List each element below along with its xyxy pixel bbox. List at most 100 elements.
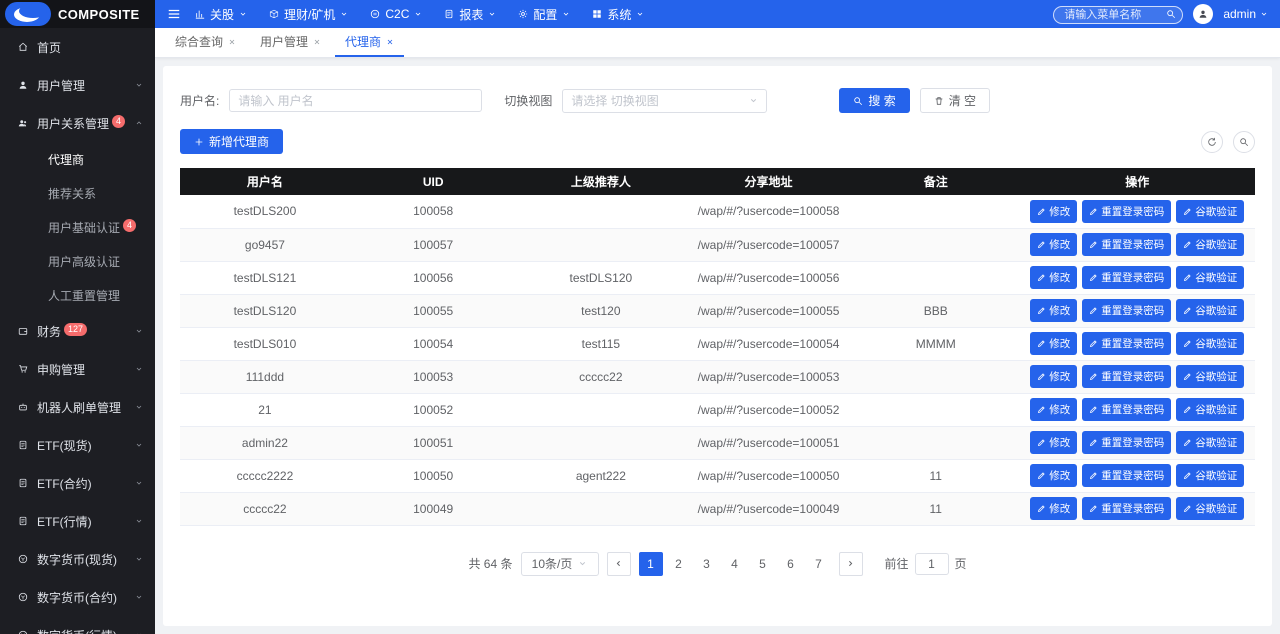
- sidebar-item[interactable]: 申购管理: [0, 350, 155, 388]
- table-header-cell: 操作: [1020, 168, 1255, 195]
- page-number-1[interactable]: 1: [639, 552, 663, 576]
- sidebar-subitem[interactable]: 代理商: [0, 142, 155, 176]
- action-button-修改[interactable]: 修改: [1030, 365, 1077, 388]
- sidebar-item[interactable]: 用户关系管理4: [0, 104, 155, 142]
- sidebar-item[interactable]: 财务127: [0, 312, 155, 350]
- topnav-item[interactable]: 报表: [444, 6, 496, 23]
- notification-badge: 127: [64, 323, 87, 336]
- tab-用户管理[interactable]: 用户管理: [250, 28, 331, 57]
- avatar[interactable]: [1193, 4, 1213, 24]
- topnav-item[interactable]: 理财/矿机: [269, 6, 348, 23]
- add-agent-button[interactable]: 新增代理商: [180, 129, 283, 154]
- action-button-重置登录密码[interactable]: 重置登录密码: [1082, 332, 1171, 355]
- topnav-item[interactable]: 配置: [518, 6, 570, 23]
- page-number-2[interactable]: 2: [667, 552, 691, 576]
- user-menu[interactable]: admin: [1223, 7, 1268, 21]
- action-button-谷歌验证[interactable]: 谷歌验证: [1176, 299, 1244, 322]
- action-button-修改[interactable]: 修改: [1030, 299, 1077, 322]
- search-button[interactable]: 搜 索: [839, 88, 909, 113]
- sidebar-subitem[interactable]: 用户基础认证4: [0, 210, 155, 244]
- action-button-label: 修改: [1049, 237, 1070, 252]
- action-button-label: 谷歌验证: [1195, 402, 1237, 417]
- search-icon[interactable]: [1166, 9, 1176, 19]
- action-button-修改[interactable]: 修改: [1030, 332, 1077, 355]
- goto-page-input[interactable]: [915, 553, 949, 575]
- action-button-谷歌验证[interactable]: 谷歌验证: [1176, 464, 1244, 487]
- action-button-重置登录密码[interactable]: 重置登录密码: [1082, 497, 1171, 520]
- page-number-6[interactable]: 6: [779, 552, 803, 576]
- topnav-item[interactable]: 系统: [592, 6, 644, 23]
- sidebar-item[interactable]: 数字货币(合约): [0, 578, 155, 616]
- clear-button[interactable]: 清 空: [920, 88, 990, 113]
- tab-代理商[interactable]: 代理商: [335, 28, 404, 57]
- action-button-修改[interactable]: 修改: [1030, 497, 1077, 520]
- hamburger-icon[interactable]: [167, 7, 181, 21]
- wallet-icon: [18, 326, 28, 336]
- search-icon: [853, 96, 863, 106]
- sidebar-item[interactable]: 数字货币(现货): [0, 540, 155, 578]
- menu-search-input[interactable]: [1053, 6, 1183, 24]
- action-button-谷歌验证[interactable]: 谷歌验证: [1176, 233, 1244, 256]
- table-cell: /wap/#/?usercode=100058: [685, 195, 852, 228]
- brand-logo-icon: [5, 2, 51, 26]
- sidebar-item[interactable]: 用户管理: [0, 66, 155, 104]
- prev-page-button[interactable]: [607, 552, 631, 576]
- next-page-button[interactable]: [839, 552, 863, 576]
- sidebar-item[interactable]: ETF(现货): [0, 426, 155, 464]
- sidebar-item[interactable]: 机器人刷单管理: [0, 388, 155, 426]
- edit-icon: [1037, 207, 1046, 216]
- sidebar-item[interactable]: 首页: [0, 28, 155, 66]
- action-button-重置登录密码[interactable]: 重置登录密码: [1082, 365, 1171, 388]
- sidebar-item[interactable]: 数字货币(行情): [0, 616, 155, 634]
- username-input[interactable]: [229, 89, 482, 112]
- action-button-重置登录密码[interactable]: 重置登录密码: [1082, 233, 1171, 256]
- action-button-修改[interactable]: 修改: [1030, 200, 1077, 223]
- sidebar-item[interactable]: ETF(合约): [0, 464, 155, 502]
- action-button-修改[interactable]: 修改: [1030, 266, 1077, 289]
- tab-综合查询[interactable]: 综合查询: [165, 28, 246, 57]
- action-button-谷歌验证[interactable]: 谷歌验证: [1176, 365, 1244, 388]
- action-button-谷歌验证[interactable]: 谷歌验证: [1176, 398, 1244, 421]
- action-button-重置登录密码[interactable]: 重置登录密码: [1082, 200, 1171, 223]
- action-button-label: 重置登录密码: [1101, 435, 1164, 450]
- chevron-down-icon: [578, 559, 587, 568]
- action-button-谷歌验证[interactable]: 谷歌验证: [1176, 497, 1244, 520]
- table-cell: test120: [516, 294, 685, 327]
- action-button-修改[interactable]: 修改: [1030, 464, 1077, 487]
- page-number-7[interactable]: 7: [807, 552, 831, 576]
- sidebar-subitem[interactable]: 用户高级认证: [0, 244, 155, 278]
- refresh-button[interactable]: [1201, 131, 1223, 153]
- search-toggle-button[interactable]: [1233, 131, 1255, 153]
- action-button-重置登录密码[interactable]: 重置登录密码: [1082, 266, 1171, 289]
- topnav-item[interactable]: 关股: [195, 6, 247, 23]
- page-size-select[interactable]: 10条/页: [521, 552, 599, 576]
- sidebar-subitem[interactable]: 人工重置管理: [0, 278, 155, 312]
- username-label: 用户名:: [180, 92, 219, 109]
- action-button-重置登录密码[interactable]: 重置登录密码: [1082, 299, 1171, 322]
- view-select[interactable]: 请选择 切换视图: [562, 89, 767, 113]
- action-button-重置登录密码[interactable]: 重置登录密码: [1082, 398, 1171, 421]
- notification-badge: 4: [112, 115, 125, 128]
- action-button-修改[interactable]: 修改: [1030, 233, 1077, 256]
- action-button-修改[interactable]: 修改: [1030, 431, 1077, 454]
- topnav-item[interactable]: C2C: [370, 7, 422, 21]
- action-button-谷歌验证[interactable]: 谷歌验证: [1176, 200, 1244, 223]
- action-button-谷歌验证[interactable]: 谷歌验证: [1176, 332, 1244, 355]
- action-button-修改[interactable]: 修改: [1030, 398, 1077, 421]
- page-number-4[interactable]: 4: [723, 552, 747, 576]
- edit-icon: [1183, 372, 1192, 381]
- sidebar-subitem[interactable]: 推荐关系: [0, 176, 155, 210]
- table-cell: [516, 228, 685, 261]
- table-cell: [852, 261, 1020, 294]
- page-number-5[interactable]: 5: [751, 552, 775, 576]
- action-button-重置登录密码[interactable]: 重置登录密码: [1082, 464, 1171, 487]
- search-button-label: 搜 索: [868, 92, 895, 109]
- table-cell: 11: [852, 459, 1020, 492]
- action-button-谷歌验证[interactable]: 谷歌验证: [1176, 431, 1244, 454]
- action-button-谷歌验证[interactable]: 谷歌验证: [1176, 266, 1244, 289]
- table-cell: MMMM: [852, 327, 1020, 360]
- page-number-3[interactable]: 3: [695, 552, 719, 576]
- sidebar-item[interactable]: ETF(行情): [0, 502, 155, 540]
- table-row: go9457100057/wap/#/?usercode=100057修改重置登…: [180, 228, 1255, 261]
- action-button-重置登录密码[interactable]: 重置登录密码: [1082, 431, 1171, 454]
